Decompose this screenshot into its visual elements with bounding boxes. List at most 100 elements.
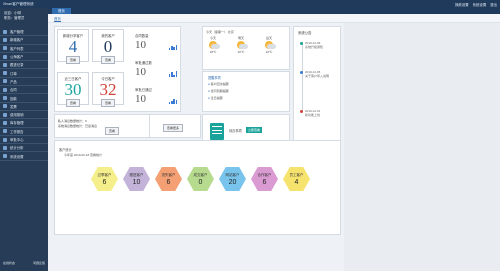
document-icon <box>210 123 224 140</box>
category-hex[interactable]: 跟进客户 10 <box>123 167 150 191</box>
title-bar-links: 换肤设置 系统设置 退出 <box>455 2 497 7</box>
day-temp: 19℃ <box>265 50 273 54</box>
sidebar-item-label: 公海客户 <box>10 55 24 60</box>
sidebar-item-payments[interactable]: 回款 <box>0 94 48 103</box>
category-hex[interactable]: 合作客户 6 <box>251 167 278 191</box>
system-message-count: 系统消息数量统计：已读消息 <box>58 123 98 128</box>
empty-workspace <box>344 23 500 271</box>
cart-icon <box>3 71 7 76</box>
sidebar-item-label: 产品 <box>10 79 17 84</box>
receipt-icon <box>3 112 7 117</box>
announcement-item[interactable]: 2019-12-05 关于客户导入说明 <box>299 70 329 78</box>
announcement-item[interactable]: 2019-12-01 新功能上线 <box>299 109 320 117</box>
sidebar-item-label: 费用报销 <box>10 113 24 118</box>
sidebar-item-customers[interactable]: 客户管理 <box>0 28 48 37</box>
sidebar-item-label: 客户管理 <box>10 30 24 35</box>
view-more-button[interactable]: 查看更多 <box>163 124 184 132</box>
category-label: 合作客户 <box>257 172 272 177</box>
announcement-item[interactable]: 2019-12-06 系统升级通知 <box>299 41 323 49</box>
plus-icon <box>3 37 7 42</box>
category-value: 0 <box>198 178 203 186</box>
sidebar-item-inventory[interactable]: 库存管理 <box>0 119 48 128</box>
partly-cloudy-icon <box>265 41 276 49</box>
more-panel: 查看更多 <box>149 114 201 138</box>
category-label: 流失客户 <box>161 172 176 177</box>
mini-stat: 审批已通过 10 <box>135 87 179 108</box>
summary-subtitle: 今年度 2019-06-18 查看统计 <box>64 153 103 157</box>
bar-chart-icon <box>169 99 177 104</box>
logout-link[interactable]: 退出 <box>490 2 497 7</box>
sidebar-item-label: 回款 <box>10 96 17 101</box>
sidebar-item-system[interactable]: 系统设置 <box>0 152 48 161</box>
sidebar-item-label: 统计分析 <box>10 146 24 151</box>
view-button[interactable]: 查看 <box>100 99 115 107</box>
sidebar-item-label: 客户列表 <box>10 46 24 51</box>
breadcrumb[interactable]: 首页 <box>54 16 61 22</box>
reminder-item[interactable]: ● 生日提醒 <box>208 96 223 100</box>
title-bar: Xinan客户管理系统 换肤设置 系统设置 退出 <box>0 0 500 8</box>
announcement-text: 关于客户导入说明 <box>305 74 330 78</box>
reminder-text: 生日提醒 <box>210 96 223 100</box>
category-value: 20 <box>228 178 237 186</box>
sidebar-item-expenses[interactable]: 费用报销 <box>0 111 48 120</box>
category-value: 6 <box>262 178 267 186</box>
category-value: 6 <box>102 178 107 186</box>
category-hex[interactable]: 过季客户 6 <box>91 167 118 191</box>
sidebar-item-public-pool[interactable]: 公海客户 <box>0 53 48 62</box>
stat-value: 0 <box>103 37 113 56</box>
sidebar-item-products[interactable]: 产品 <box>0 78 48 87</box>
weather-day: 今天 18℃ <box>209 36 220 54</box>
report-icon <box>3 129 7 134</box>
sidebar-item-approvals[interactable]: 审批中心 <box>0 136 48 145</box>
category-hex[interactable]: 网站客户 20 <box>219 167 246 191</box>
view-button[interactable]: 查看 <box>100 56 115 64</box>
day-name: 今天 <box>209 36 216 40</box>
feedback-link[interactable]: 问题反馈 <box>33 261 45 265</box>
invoice-icon <box>3 104 7 109</box>
sidebar-item-new-customer[interactable]: 新增客户 <box>0 36 48 45</box>
view-button[interactable]: 查看 <box>65 99 80 107</box>
weather-day: 明天 20℃ <box>237 36 248 54</box>
stat-value: 30 <box>64 80 82 99</box>
announcement-text: 新功能上线 <box>305 113 321 117</box>
category-label: 过季客户 <box>97 172 112 177</box>
sidebar-item-label: 新增客户 <box>10 38 24 43</box>
sidebar-item-analytics[interactable]: 统计分析 <box>0 144 48 153</box>
check-icon <box>3 137 7 142</box>
sidebar-item-invoices[interactable]: 发票 <box>0 103 48 111</box>
bar-chart-icon <box>169 71 177 77</box>
sidebar-item-customer-list[interactable]: 客户列表 <box>0 45 48 53</box>
reminder-item[interactable]: ● 合同到期提醒 <box>208 89 229 93</box>
reminder-item[interactable]: ● 客户回访提醒 <box>208 82 229 86</box>
timeline-dot <box>300 41 303 45</box>
message-view-button[interactable]: 查看 <box>105 127 120 135</box>
weather-panel: 今天（星期一） 北京 今天 18℃ 明天 20℃ 后天 19℃ <box>202 26 290 70</box>
category-hex[interactable]: 员工客户 4 <box>283 167 310 191</box>
settings-link[interactable]: 系统设置 <box>473 2 487 7</box>
sidebar-item-label: 跟进记录 <box>10 63 24 68</box>
sidebar-item-contracts[interactable]: 合同 <box>0 86 48 95</box>
category-hex-shape: 合作客户 6 <box>251 167 278 191</box>
folder-icon <box>3 29 7 34</box>
online-status[interactable]: 在线状态 <box>3 261 15 265</box>
partly-cloudy-icon <box>237 41 248 49</box>
day-temp: 20℃ <box>237 50 245 54</box>
sidebar-item-orders[interactable]: 订单 <box>0 69 48 78</box>
weather-header: 今天（星期一） 北京 <box>206 30 234 34</box>
mini-stat-label: 审批通过数 <box>135 61 152 65</box>
sidebar-item-followups[interactable]: 跟进记录 <box>0 61 48 70</box>
mini-stat-label: 合同数量 <box>135 34 149 38</box>
category-hex[interactable]: 成交客户 0 <box>187 167 214 191</box>
document-icon <box>3 87 7 92</box>
category-hex-shape: 跟进客户 10 <box>123 167 150 191</box>
category-label: 成交客户 <box>193 172 208 177</box>
view-button[interactable]: 查看 <box>65 56 80 64</box>
weather-day: 后天 19℃ <box>265 36 276 54</box>
category-hex[interactable]: 流失客户 6 <box>155 167 182 191</box>
skin-link[interactable]: 换肤设置 <box>455 2 469 7</box>
stat-value: 4 <box>68 37 78 56</box>
timeline-dot <box>300 109 303 113</box>
partly-cloudy-icon <box>209 41 220 49</box>
sidebar-item-reports[interactable]: 工作报告 <box>0 128 48 136</box>
view-now-button[interactable]: 立即查看 <box>246 127 263 133</box>
